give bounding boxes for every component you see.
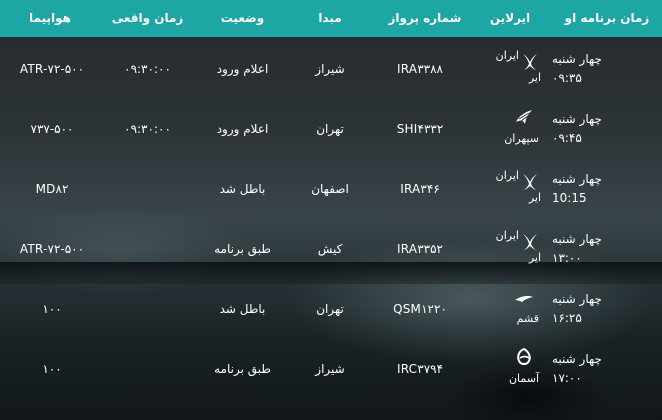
- iranair-logo-icon: [523, 54, 537, 70]
- flight-number: IRA۳۴۶: [400, 182, 440, 196]
- airline-cell: ایران ایر: [470, 219, 550, 279]
- day-label: چهار شنبه: [552, 292, 602, 306]
- time-label: 10:15: [552, 191, 587, 205]
- actual-time: [100, 279, 195, 339]
- table-row[interactable]: چهار شنبه 10:15 ایران ایر IRA۳۴۶ اصفهان باطل ش…: [0, 159, 662, 219]
- airline-logo-block: ایران ایر: [475, 44, 545, 94]
- actual-time: [100, 339, 195, 399]
- header-airline: ایرلاین: [489, 11, 531, 25]
- airline-name: قشم: [516, 312, 539, 325]
- airline-cell: قشم: [470, 279, 550, 339]
- table-row[interactable]: چهار شنبه ۱۳:۰۰ ایران ایر IRA۳۳۵۲ کیش طبق برنا…: [0, 219, 662, 279]
- status: باطل شد: [219, 302, 266, 316]
- aseman-logo-icon: [517, 348, 531, 365]
- time-label: ۱۳:۰۰: [552, 251, 582, 265]
- airline-name: آسمان: [508, 372, 539, 385]
- status: طبق برنامه: [214, 242, 271, 256]
- airline-name-part2: ایر: [528, 71, 541, 84]
- airline-logo-block: آسمان: [475, 344, 545, 394]
- table-row[interactable]: چهار شنبه ۱۶:۲۵ قشم QSM۱۲۲۰ تهران باطل شد ۱۰۰: [0, 279, 662, 339]
- time-label: ۱۷:۰۰: [552, 371, 582, 385]
- time-label: ۰۹:۴۵: [552, 131, 582, 145]
- airline-cell: آسمان: [470, 339, 550, 399]
- flight-number: QSM۱۲۲۰: [393, 302, 447, 316]
- header-origin: مبدا: [318, 11, 342, 25]
- table-row[interactable]: چهار شنبه ۰۹:۳۵ ایران ایر IRA۳۳۸۸ شیراز اعلام …: [0, 39, 662, 99]
- scheduled-time-cell: چهار شنبه ۱۶:۲۵: [552, 279, 662, 339]
- airline-name-part2: ایر: [528, 191, 541, 204]
- qeshm-logo-icon: [515, 296, 533, 302]
- header-actual-time: زمان واقعی: [111, 11, 184, 25]
- airline-name: سپهران: [504, 132, 539, 145]
- actual-time: [100, 219, 195, 279]
- day-label: چهار شنبه: [552, 352, 602, 366]
- origin: شیراز: [315, 362, 345, 376]
- scheduled-time-cell: چهار شنبه ۱۷:۰۰: [552, 339, 662, 399]
- flight-number: IRA۳۳۸۸: [397, 62, 443, 76]
- flight-table: زمان برنامه او ایرلاین شماره پرواز مبدا …: [0, 0, 662, 420]
- airline-name-part1: ایران: [495, 49, 519, 62]
- aircraft: ۱۰۰: [42, 302, 62, 316]
- time-label: ۰۹:۳۵: [552, 71, 582, 85]
- day-label: چهار شنبه: [552, 112, 602, 126]
- origin: کیش: [317, 242, 343, 256]
- day-label: چهار شنبه: [552, 232, 602, 246]
- scheduled-time-cell: چهار شنبه ۰۹:۳۵: [552, 39, 662, 99]
- scheduled-time-cell: چهار شنبه ۱۳:۰۰: [552, 219, 662, 279]
- airline-cell: ایران ایر: [470, 39, 550, 99]
- aircraft: ۷۳۷-۵۰۰: [30, 122, 74, 136]
- airline-name-part1: ایران: [495, 229, 519, 242]
- airline-cell: سپهران: [470, 99, 550, 159]
- airline-logo-block: سپهران: [475, 104, 545, 154]
- table-row[interactable]: چهار شنبه ۰۹:۴۵ سپهران SHI۴۳۳۲ تهران اعلام ور…: [0, 99, 662, 159]
- header-aircraft: هواپیما: [29, 11, 71, 25]
- origin: تهران: [316, 122, 344, 136]
- actual-time: ۰۹:۳۰:۰۰: [124, 122, 171, 136]
- header-flight: شماره پرواز: [388, 11, 462, 25]
- iranair-logo-icon: [523, 174, 537, 190]
- aircraft: MD۸۲: [35, 182, 69, 196]
- origin: اصفهان: [311, 182, 349, 196]
- airline-name-part1: ایران: [495, 169, 519, 182]
- day-label: چهار شنبه: [552, 52, 602, 66]
- scheduled-time-cell: چهار شنبه 10:15: [552, 159, 662, 219]
- airline-logo-block: ایران ایر: [475, 224, 545, 274]
- aircraft: ATR-۷۲-۵۰۰: [19, 242, 85, 256]
- day-label: چهار شنبه: [552, 172, 602, 186]
- status: اعلام ورود: [216, 62, 269, 76]
- header-time: زمان برنامه او: [564, 11, 650, 25]
- sepehran-logo-icon: [515, 109, 533, 125]
- flight-number: SHI۴۳۳۲: [396, 122, 444, 136]
- scheduled-time-cell: چهار شنبه ۰۹:۴۵: [552, 99, 662, 159]
- airline-logo-block: ایران ایر: [475, 164, 545, 214]
- airline-logo-block: قشم: [475, 284, 545, 334]
- airline-name-part2: ایر: [528, 251, 541, 264]
- table-row[interactable]: چهار شنبه ۱۷:۰۰ آسمان IRC۳۷۹۴ شیراز طبق برنام…: [0, 339, 662, 399]
- aircraft: ATR-۷۲-۵۰۰: [19, 62, 85, 76]
- flight-number: IRC۳۷۹۴: [396, 362, 444, 376]
- flight-number: IRA۳۳۵۲: [397, 242, 443, 256]
- time-label: ۱۶:۲۵: [552, 311, 582, 325]
- table-header: زمان برنامه او ایرلاین شماره پرواز مبدا …: [0, 0, 662, 37]
- status: اعلام ورود: [216, 122, 269, 136]
- aircraft: ۱۰۰: [42, 362, 62, 376]
- iranair-logo-icon: [523, 234, 537, 250]
- origin: شیراز: [315, 62, 345, 76]
- status: باطل شد: [219, 182, 266, 196]
- status: طبق برنامه: [214, 362, 271, 376]
- actual-time: ۰۹:۳۰:۰۰: [124, 62, 171, 76]
- airline-cell: ایران ایر: [470, 159, 550, 219]
- origin: تهران: [316, 302, 344, 316]
- header-status: وضعیت: [220, 11, 265, 25]
- actual-time: [100, 159, 195, 219]
